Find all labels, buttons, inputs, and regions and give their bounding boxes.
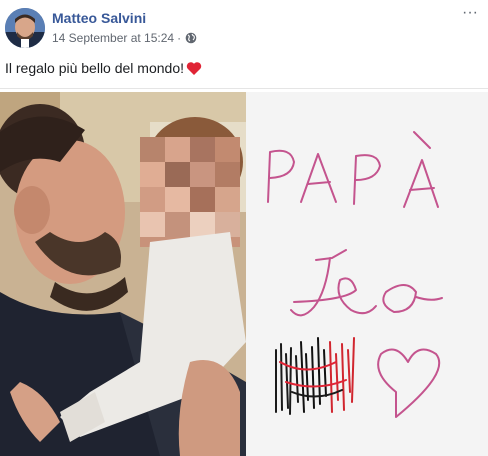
caption-text: Il regalo più bello del mondo! [5,60,185,76]
meta-separator: · [177,31,182,45]
post-caption: Il regalo più bello del mondo! [5,60,202,76]
globe-icon[interactable] [185,32,197,44]
child-drawing[interactable] [246,92,488,456]
more-options-button[interactable]: ··· [460,5,480,24]
author-name[interactable]: Matteo Salvini [52,10,146,26]
post-timestamp[interactable]: 14 September at 15:24 [52,31,174,45]
header-divider [0,88,488,89]
post-photo[interactable] [0,92,246,456]
post-meta: 14 September at 15:24 · [52,31,197,45]
post-header: Matteo Salvini 14 September at 15:24 · ·… [0,0,488,54]
red-heart-icon [186,61,202,76]
author-avatar[interactable] [5,8,45,48]
